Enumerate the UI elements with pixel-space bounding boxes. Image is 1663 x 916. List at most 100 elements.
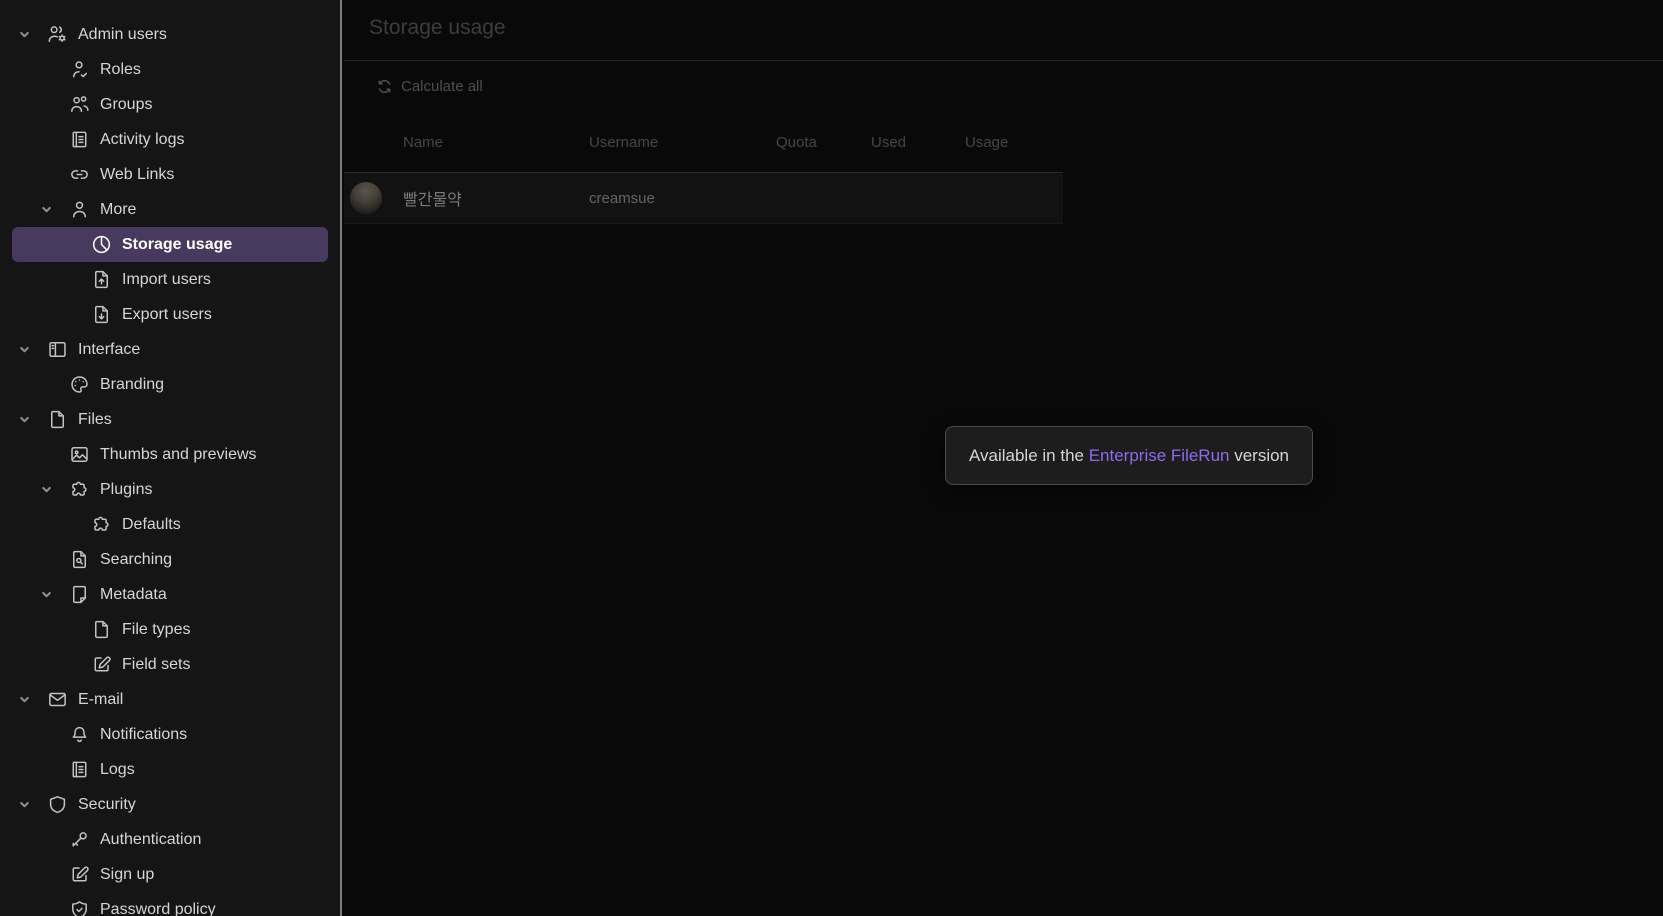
puzzle-icon [68,478,91,501]
mail-icon [46,688,69,711]
sidebar-item-groups[interactable]: Groups [0,87,340,122]
sidebar-item-label: Import users [122,262,211,297]
chevron-down-icon[interactable] [18,413,46,426]
sidebar-item-label: Export users [122,297,212,332]
row-name-cell: 빨간물약 [403,186,589,210]
avatar-cell [344,182,403,214]
users-group-icon [68,93,91,116]
edit-icon [68,863,91,886]
log-book-icon [68,128,91,151]
enterprise-notice-modal: Available in the Enterprise FileRun vers… [945,426,1313,485]
sidebar-item-label: Authentication [100,822,201,857]
sidebar-item-label: More [100,192,136,227]
sidebar-item-searching[interactable]: Searching [0,542,340,577]
sidebar-item-file-types[interactable]: File types [0,612,340,647]
sidebar-item-metadata[interactable]: Metadata [0,577,340,612]
sidebar-item-label: Web Links [100,157,174,192]
log-book-icon [68,758,91,781]
pie-chart-icon [90,233,113,256]
puzzle-icon [90,513,113,536]
sidebar-item-export-users[interactable]: Export users [0,297,340,332]
chevron-down-icon[interactable] [18,798,46,811]
column-header-username[interactable]: Username [589,134,776,151]
table-body: 빨간물약creamsue [344,173,1063,224]
chevron-down-icon[interactable] [18,693,46,706]
user-avatar [350,182,382,214]
calculate-all-label: Calculate all [401,78,483,95]
sidebar-item-roles[interactable]: Roles [0,52,340,87]
photo-icon [68,443,91,466]
column-header-used[interactable]: Used [871,134,965,151]
file-search-icon [68,548,91,571]
bell-icon [68,723,91,746]
sidebar-item-thumbs-and-previews[interactable]: Thumbs and previews [0,437,340,472]
palette-icon [68,373,91,396]
storage-usage-table: NameUsernameQuotaUsedUsage 빨간물약creamsue [344,112,1063,224]
sidebar-item-password-policy[interactable]: Password policy [0,892,340,916]
sidebar-item-label: Activity logs [100,122,184,157]
sidebar-item-label: Sign up [100,857,154,892]
sidebar-item-logs[interactable]: Logs [0,752,340,787]
column-header-usage[interactable]: Usage [965,134,1063,151]
table-header-row: NameUsernameQuotaUsedUsage [344,112,1063,173]
sidebar-item-notifications[interactable]: Notifications [0,717,340,752]
sidebar-item-label: Notifications [100,717,187,752]
chevron-down-icon[interactable] [40,483,68,496]
edit-icon [90,653,113,676]
sidebar-item-admin-users[interactable]: Admin users [0,17,340,52]
sidebar-item-security[interactable]: Security [0,787,340,822]
user-role-icon [68,58,91,81]
sidebar-item-label: Roles [100,52,141,87]
sidebar-item-label: Thumbs and previews [100,437,257,472]
column-header-quota[interactable]: Quota [776,134,871,151]
column-header-name[interactable]: Name [403,134,589,151]
sidebar-item-e-mail[interactable]: E-mail [0,682,340,717]
title-bar: Storage usage [344,0,1663,61]
sidebar-item-plugins[interactable]: Plugins [0,472,340,507]
settings-sidebar: Admin usersRolesGroupsActivity logsWeb L… [0,0,342,916]
page-title: Storage usage [369,16,506,39]
sidebar-item-label: Defaults [122,507,181,542]
user-icon [68,198,91,221]
enterprise-filerun-link[interactable]: Enterprise FileRun [1089,446,1230,466]
sidebar-item-field-sets[interactable]: Field sets [0,647,340,682]
key-icon [68,828,91,851]
chevron-down-icon[interactable] [40,588,68,601]
sidebar-item-label: Files [78,402,112,437]
sidebar-item-activity-logs[interactable]: Activity logs [0,122,340,157]
chevron-down-icon[interactable] [18,343,46,356]
file-meta-icon [68,583,91,606]
sidebar-item-label: Field sets [122,647,190,682]
row-username-cell: creamsue [589,190,776,207]
sidebar-item-defaults[interactable]: Defaults [0,507,340,542]
file-import-icon [90,268,113,291]
shield-icon [46,793,69,816]
sidebar-item-more[interactable]: More [0,192,340,227]
sidebar-item-web-links[interactable]: Web Links [0,157,340,192]
sidebar-item-label: Plugins [100,472,152,507]
settings-tree: Admin usersRolesGroupsActivity logsWeb L… [0,17,340,916]
table-row[interactable]: 빨간물약creamsue [344,173,1063,224]
calculate-all-button[interactable]: Calculate all [344,61,516,112]
sidebar-item-label: E-mail [78,682,123,717]
sidebar-item-label: Security [78,787,136,822]
sidebar-item-storage-usage[interactable]: Storage usage [12,227,328,262]
refresh-icon [376,78,393,95]
sidebar-item-interface[interactable]: Interface [0,332,340,367]
sidebar-item-label: Storage usage [122,227,232,262]
file-export-icon [90,303,113,326]
users-gear-icon [46,23,69,46]
sidebar-item-label: Groups [100,87,152,122]
sidebar-item-label: Branding [100,367,164,402]
sidebar-item-authentication[interactable]: Authentication [0,822,340,857]
sidebar-item-branding[interactable]: Branding [0,367,340,402]
sidebar-item-import-users[interactable]: Import users [0,262,340,297]
chevron-down-icon[interactable] [40,203,68,216]
link-icon [68,163,91,186]
sidebar-item-files[interactable]: Files [0,402,340,437]
sidebar-item-label: Searching [100,542,172,577]
sidebar-item-sign-up[interactable]: Sign up [0,857,340,892]
chevron-down-icon[interactable] [18,28,46,41]
file-icon [46,408,69,431]
notice-text-suffix: version [1229,446,1289,466]
